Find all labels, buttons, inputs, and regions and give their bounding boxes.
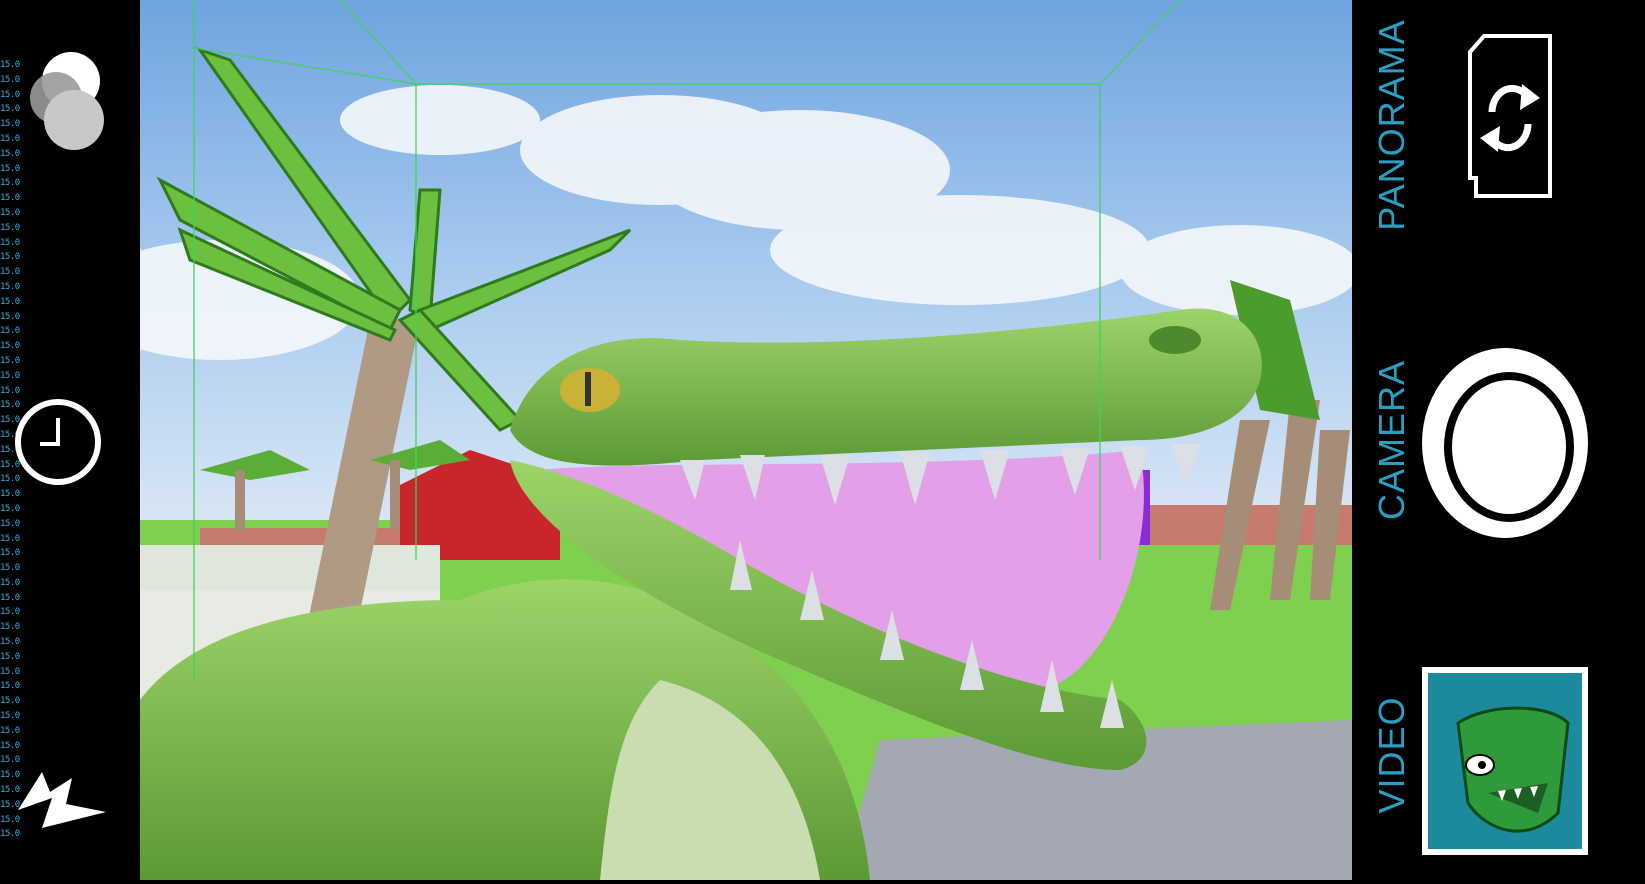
timer-button[interactable] [14,398,102,486]
debug-value: 15.0 [0,666,20,677]
debug-value: 15.0 [0,193,20,204]
shutter-button[interactable] [1422,348,1588,538]
gallery-thumbnail-image [1428,673,1582,849]
debug-value: 15.0 [0,577,20,588]
debug-value: 15.0 [0,533,20,544]
gallery-thumbnail[interactable] [1422,667,1588,855]
mode-camera[interactable]: CAMERA [1371,355,1412,525]
debug-value: 15.0 [0,133,20,144]
debug-value: 15.0 [0,607,20,618]
debug-value: 15.0 [0,104,20,115]
shutter-inner-ring [1444,372,1574,522]
debug-value: 15.0 [0,370,20,381]
debug-value: 15.0 [0,237,20,248]
debug-value: 15.0 [0,296,20,307]
camera-viewport[interactable] [140,0,1352,880]
debug-value: 15.0 [0,563,20,574]
debug-value: 15.0 [0,163,20,174]
debug-value: 15.0 [0,281,20,292]
debug-value: 15.0 [0,148,20,159]
timer-icon [15,399,101,485]
mode-panorama[interactable]: PANORAMA [1371,15,1412,235]
debug-value: 15.0 [0,178,20,189]
debug-value: 15.0 [0,252,20,263]
debug-value: 15.0 [0,355,20,366]
debug-value: 15.0 [0,681,20,692]
debug-value: 15.0 [0,341,20,352]
flash-icon [18,772,106,828]
debug-value: 15.0 [0,592,20,603]
debug-value: 15.0 [0,489,20,500]
switch-camera-icon [1468,34,1552,198]
debug-value: 15.0 [0,696,20,707]
debug-value: 15.0 [0,60,20,70]
debug-value: 15.0 [0,267,20,278]
debug-value: 15.0 [0,711,20,722]
right-control-bar: PANORAMA CAMERA VIDEO [1352,0,1645,884]
switch-camera-button[interactable] [1462,28,1558,204]
debug-value: 15.0 [0,518,20,529]
debug-value: 15.0 [0,311,20,322]
mode-video[interactable]: VIDEO [1371,690,1412,820]
debug-value: 15.0 [0,548,20,559]
debug-value: 15.0 [0,725,20,736]
debug-value: 15.0 [0,740,20,751]
flash-button[interactable] [12,770,108,832]
debug-value: 15.0 [0,326,20,337]
debug-value: 15.0 [0,755,20,766]
debug-value: 15.0 [0,503,20,514]
debug-value: 15.0 [0,222,20,233]
debug-value: 15.0 [0,622,20,633]
debug-value: 15.0 [0,637,20,648]
debug-value: 15.0 [0,119,20,130]
debug-value: 15.0 [0,74,20,85]
left-control-bar: 15.0 15.0 15.0 15.0 15.0 15.0 15.0 15.0 15.0 15.0… [0,0,140,884]
debug-value: 15.0 [0,651,20,662]
filter-button[interactable] [30,48,106,152]
debug-value: 15.0 [0,207,20,218]
debug-value: 15.0 [0,385,20,396]
debug-value: 15.0 [0,89,20,100]
scene-render [140,0,1352,880]
